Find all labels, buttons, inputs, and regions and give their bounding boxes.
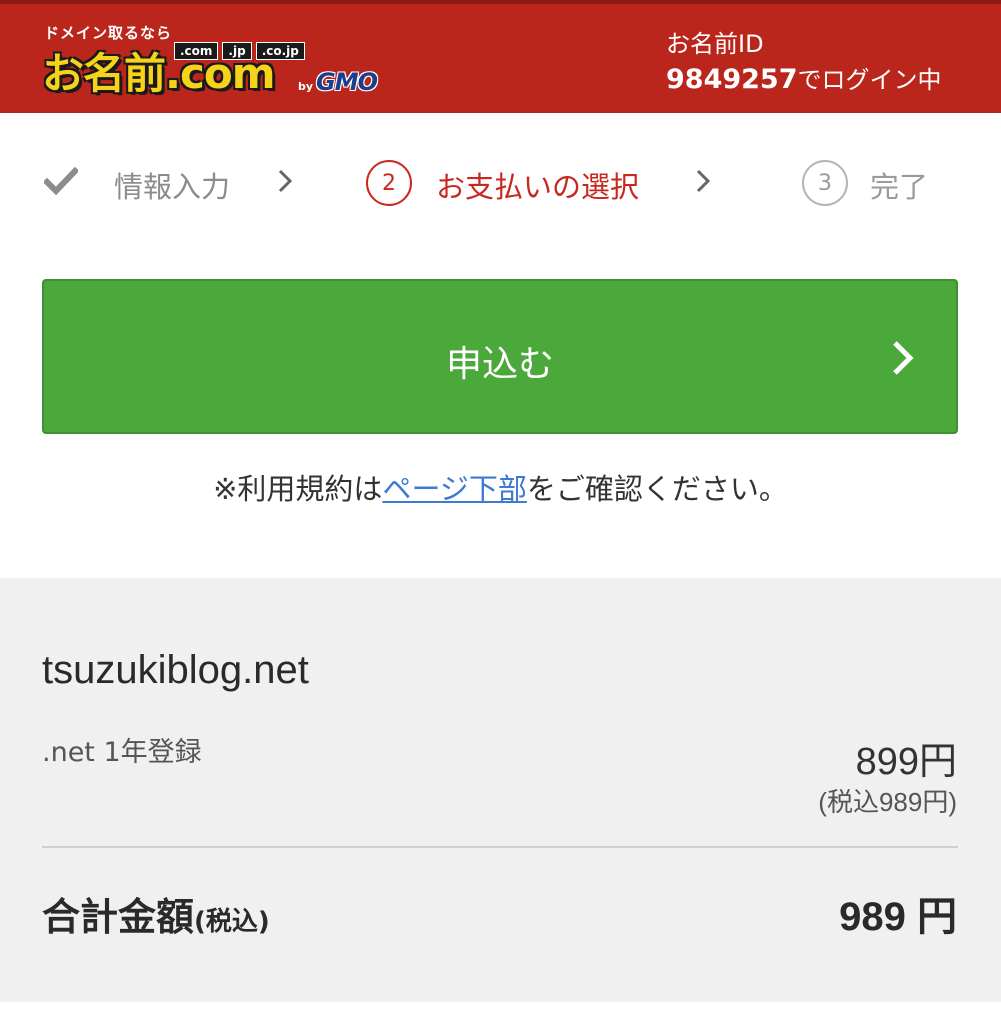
user-id-number: 9849257	[666, 64, 798, 95]
step-complete-label: 完了	[870, 170, 929, 204]
order-summary: tsuzukiblog.net .net 1年登録 899円 (税込989円) …	[0, 578, 1001, 1002]
total-label: 合計金額(税込)	[42, 886, 270, 941]
divider	[42, 846, 958, 848]
step-info-input-label: 情報入力	[114, 170, 231, 204]
apply-button[interactable]: 申込む	[42, 279, 958, 434]
user-id-label: お名前ID	[666, 30, 764, 58]
total-value: 989 円	[839, 895, 957, 939]
total-label-text: 合計金額	[42, 895, 195, 939]
total-tax-note: (税込)	[194, 907, 270, 937]
logo-tagline: ドメイン取るなら	[44, 24, 173, 42]
progress-steps: 情報入力 2 お支払いの選択 3 完了	[0, 150, 1001, 214]
chevron-right-icon	[278, 169, 293, 193]
header: ドメイン取るなら .com .jp .co.jp お名前.com by GMO …	[0, 0, 1001, 113]
plan-price-tax-included: (税込989円)	[818, 787, 957, 817]
domain-name: tsuzukiblog.net	[42, 648, 309, 692]
apply-button-label: 申込む	[445, 344, 554, 385]
logo-by: by	[298, 80, 314, 93]
onamae-logo[interactable]: ドメイン取るなら .com .jp .co.jp お名前.com by GMO	[42, 22, 422, 102]
terms-note-prefix: ※利用規約は	[213, 472, 383, 506]
plan-label: .net 1年登録	[42, 737, 202, 768]
terms-page-bottom-link[interactable]: ページ下部	[382, 472, 526, 506]
chevron-right-icon	[893, 341, 914, 375]
step-2-number: 2	[366, 160, 412, 206]
terms-note-suffix: をご確認ください。	[526, 472, 788, 506]
check-icon	[44, 166, 78, 196]
step-payment-selection-label: お支払いの選択	[436, 170, 640, 204]
header-top-border	[0, 0, 1001, 4]
plan-price: 899円	[855, 741, 957, 783]
login-status: 9849257でログイン中	[666, 60, 942, 95]
login-suffix: でログイン中	[797, 66, 942, 94]
logo-gmo: GMO	[316, 68, 378, 96]
terms-note: ※利用規約はページ下部をご確認ください。	[0, 466, 1001, 508]
step-3-number: 3	[802, 160, 848, 206]
logo-wordmark: お名前.com	[42, 49, 275, 98]
chevron-right-icon	[696, 169, 711, 193]
